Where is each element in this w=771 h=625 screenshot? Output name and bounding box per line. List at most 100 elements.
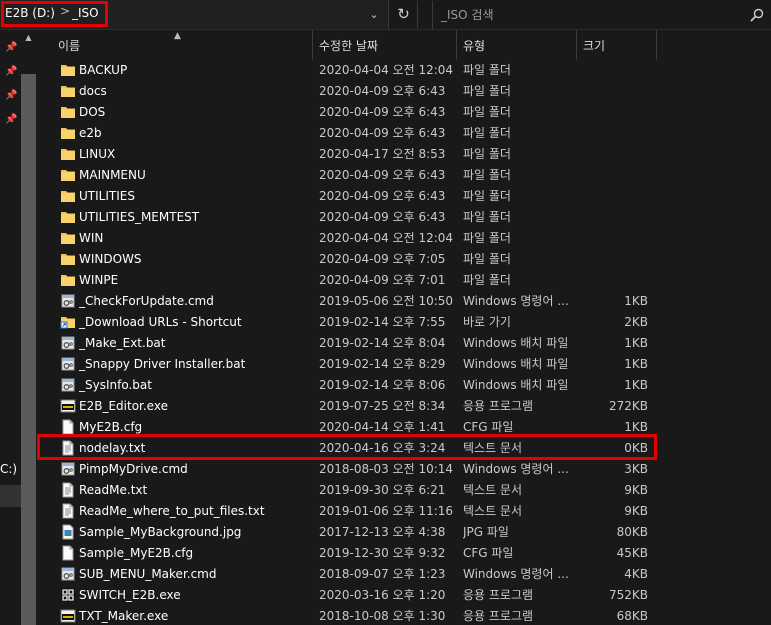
file-size: 2KB: [624, 315, 648, 329]
file-name: WIN: [79, 231, 104, 245]
file-modified-date: 2020-04-09 오후 6:43: [319, 105, 446, 119]
file-name: _Snappy Driver Installer.bat: [79, 357, 246, 371]
folder-icon: [60, 125, 76, 141]
search-input[interactable]: [441, 6, 741, 24]
refresh-icon[interactable]: ↻: [390, 1, 418, 28]
file-type: 응용 프로그램: [463, 399, 534, 413]
file-name: SUB_MENU_Maker.cmd: [79, 567, 217, 581]
pin-icon[interactable]: 📌: [5, 114, 17, 126]
path-highlight-annotation: [1, 1, 108, 27]
file-name: _SysInfo.bat: [79, 378, 152, 392]
nav-item-selected[interactable]: [0, 485, 21, 507]
file-row[interactable]: e2b 2020-04-09 오후 6:43 파일 폴더: [37, 123, 771, 144]
file-type: 파일 폴더: [463, 147, 511, 161]
file-size: 80KB: [616, 525, 648, 539]
file-size: [585, 60, 648, 81]
file-row[interactable]: BACKUP 2020-04-04 오전 12:04 파일 폴더: [37, 60, 771, 81]
folder-icon: [60, 230, 76, 246]
file-row[interactable]: PimpMyDrive.cmd 2018-08-03 오전 10:14 Window…: [37, 459, 771, 480]
file-type: 텍스트 문서: [463, 504, 523, 518]
blank-file-icon: [60, 545, 76, 561]
file-modified-date: 2020-04-09 오후 6:43: [319, 126, 446, 140]
pin-icon[interactable]: 📌: [5, 66, 17, 78]
app-switch-icon: [60, 587, 76, 603]
file-row[interactable]: MAINMENU 2020-04-09 오후 6:43 파일 폴더: [37, 165, 771, 186]
file-row[interactable]: _CheckForUpdate.cmd 2019-05-06 오전 10:50 Wi…: [37, 291, 771, 312]
folder-icon: [60, 251, 76, 267]
file-modified-date: 2019-02-14 오후 8:06: [319, 378, 446, 392]
file-row[interactable]: TXT_Maker.exe 2018-10-08 오후 1:30 응용 프로그램 68…: [37, 606, 771, 625]
file-name: e2b: [79, 126, 102, 140]
file-row[interactable]: _Download URLs - Shortcut 2019-02-14 오후 7…: [37, 312, 771, 333]
file-row[interactable]: ReadMe_where_to_put_files.txt 2019-01-06 …: [37, 501, 771, 522]
file-modified-date: 2019-09-30 오후 6:21: [319, 483, 446, 497]
file-name: WINPE: [79, 273, 119, 287]
file-row[interactable]: ReadMe.txt 2019-09-30 오후 6:21 텍스트 문서 9KB: [37, 480, 771, 501]
column-header-name[interactable]: 이름: [52, 30, 313, 60]
nav-scrollbar[interactable]: [21, 74, 36, 625]
shortcut-icon: [60, 314, 76, 330]
script-gear-icon: [60, 377, 76, 393]
file-row[interactable]: UTILITIES_MEMTEST 2020-04-09 오후 6:43 파일 폴더: [37, 207, 771, 228]
file-row[interactable]: UTILITIES 2020-04-09 오후 6:43 파일 폴더: [37, 186, 771, 207]
file-name: _Download URLs - Shortcut: [79, 315, 242, 329]
file-row[interactable]: SUB_MENU_Maker.cmd 2018-09-07 오후 1:23 Wind…: [37, 564, 771, 585]
file-row[interactable]: LINUX 2020-04-17 오전 8:53 파일 폴더: [37, 144, 771, 165]
file-size: 752KB: [608, 588, 648, 602]
script-gear-icon: [60, 356, 76, 372]
file-row[interactable]: docs 2020-04-09 오후 6:43 파일 폴더: [37, 81, 771, 102]
file-row[interactable]: E2B_Editor.exe 2019-07-25 오전 8:34 응용 프로그램 2…: [37, 396, 771, 417]
file-size: [585, 207, 648, 228]
pin-icon[interactable]: 📌: [5, 42, 17, 54]
folder-icon: [60, 146, 76, 162]
file-row[interactable]: _SysInfo.bat 2019-02-14 오후 8:06 Windows 배치…: [37, 375, 771, 396]
navigation-pane: ▲ 📌 📌 📌 📌 C:): [0, 30, 37, 625]
file-name: UTILITIES: [79, 189, 135, 203]
file-type: 파일 폴더: [463, 273, 511, 287]
nav-item-drive-c[interactable]: C:): [0, 462, 17, 476]
file-row[interactable]: DOS 2020-04-09 오후 6:43 파일 폴더: [37, 102, 771, 123]
file-size: [585, 165, 648, 186]
search-box[interactable]: [432, 1, 771, 29]
file-row[interactable]: WINPE 2020-04-09 오후 7:01 파일 폴더: [37, 270, 771, 291]
app-e2b-icon: [60, 608, 76, 624]
file-modified-date: 2019-12-30 오후 9:32: [319, 546, 446, 560]
column-header-type[interactable]: 유형: [457, 30, 577, 60]
folder-icon: [60, 188, 76, 204]
file-modified-date: 2020-04-09 오후 6:43: [319, 168, 446, 182]
script-gear-icon: [60, 293, 76, 309]
pin-icon[interactable]: 📌: [5, 90, 17, 102]
file-name: SWITCH_E2B.exe: [79, 588, 181, 602]
column-header-size[interactable]: 크기: [577, 30, 657, 60]
app-e2b-icon: [60, 398, 76, 414]
file-size: [585, 144, 648, 165]
row-highlight-annotation: [37, 434, 657, 460]
column-header: 이름 ▲ 수정한 날짜 유형 크기: [37, 30, 771, 60]
file-type: 파일 폴더: [463, 126, 511, 140]
file-modified-date: 2020-03-16 오후 1:20: [319, 588, 446, 602]
file-row[interactable]: _Make_Ext.bat 2019-02-14 오후 8:04 Windows 배…: [37, 333, 771, 354]
folder-icon: [60, 272, 76, 288]
file-row[interactable]: WINDOWS 2020-04-09 오후 7:05 파일 폴더: [37, 249, 771, 270]
file-row[interactable]: Sample_MyE2B.cfg 2019-12-30 오후 9:32 CFG 파일…: [37, 543, 771, 564]
file-type: 텍스트 문서: [463, 483, 523, 497]
file-row[interactable]: WIN 2020-04-04 오전 12:04 파일 폴더: [37, 228, 771, 249]
file-size: [585, 228, 648, 249]
file-size: [585, 270, 648, 291]
file-modified-date: 2020-04-17 오전 8:53: [319, 147, 446, 161]
image-file-icon: [60, 524, 76, 540]
nav-scroll-up-icon[interactable]: ▲: [21, 30, 36, 46]
address-history-dropdown-icon[interactable]: ⌄: [362, 4, 386, 26]
file-modified-date: 2019-07-25 오전 8:34: [319, 399, 446, 413]
file-type: 파일 폴더: [463, 168, 511, 182]
search-icon[interactable]: [749, 7, 765, 23]
file-type: Windows 명령어 ...: [463, 294, 569, 308]
column-header-date[interactable]: 수정한 날짜: [313, 30, 457, 60]
file-name: WINDOWS: [79, 252, 142, 266]
file-name: TXT_Maker.exe: [79, 609, 169, 623]
file-row[interactable]: SWITCH_E2B.exe 2020-03-16 오후 1:20 응용 프로그램 7…: [37, 585, 771, 606]
file-row[interactable]: _Snappy Driver Installer.bat 2019-02-14 오…: [37, 354, 771, 375]
file-row[interactable]: Sample_MyBackground.jpg 2017-12-13 오후 4:3…: [37, 522, 771, 543]
file-type: Windows 명령어 ...: [463, 567, 569, 581]
file-size: 3KB: [624, 462, 648, 476]
